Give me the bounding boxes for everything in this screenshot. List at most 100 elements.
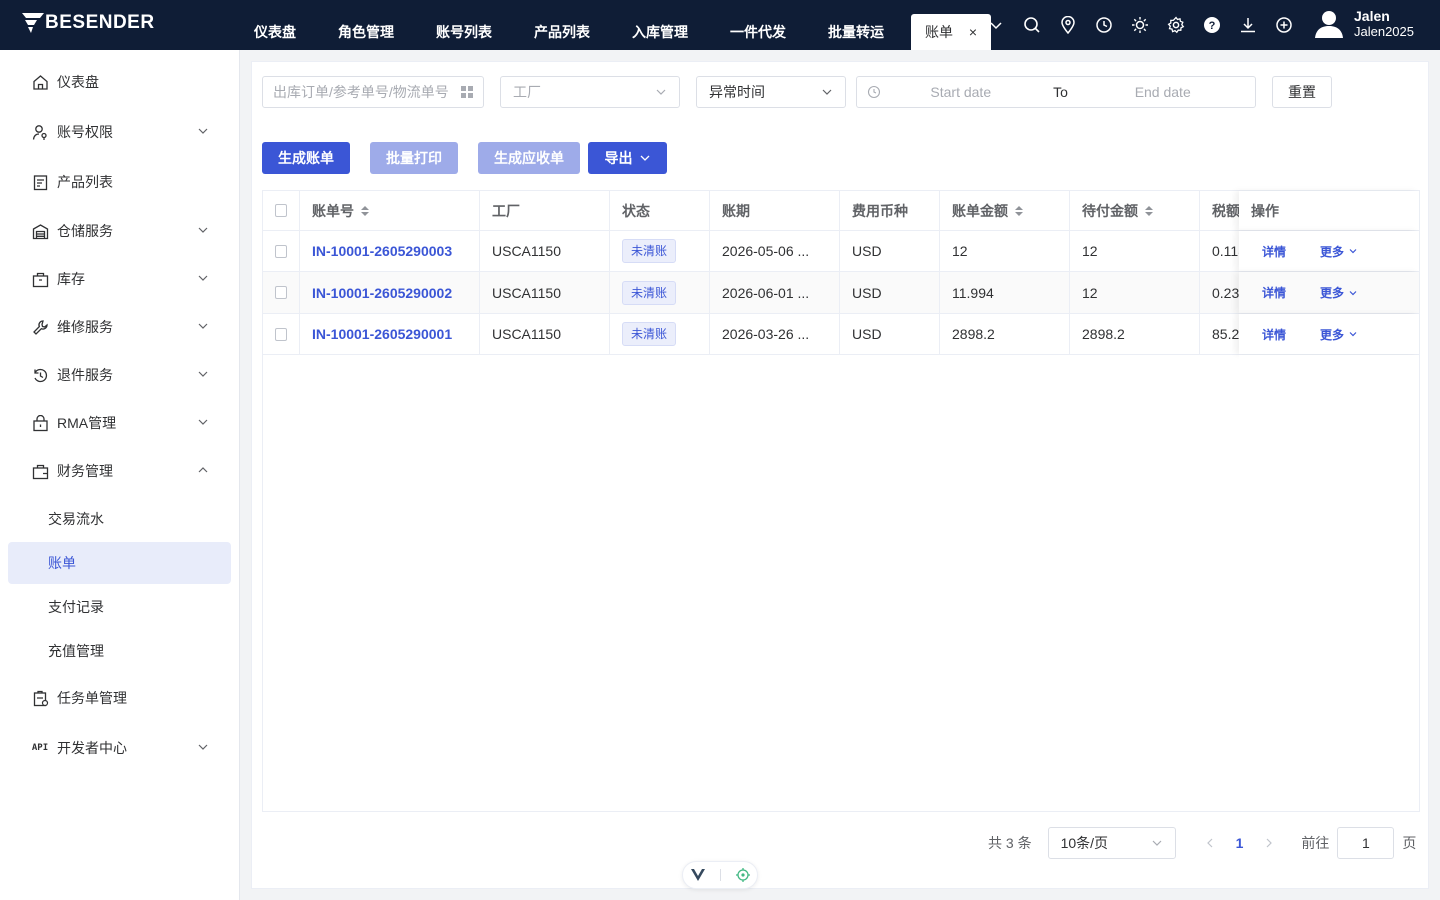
- help-icon[interactable]: ?: [1194, 0, 1230, 50]
- table-row[interactable]: IN-10001-2605290003 USCA1150 未清账 2026-05…: [263, 231, 1419, 272]
- export-button[interactable]: 导出: [588, 142, 667, 174]
- ops-cell: 详情 更多: [1239, 314, 1419, 354]
- tab-role-management[interactable]: 角色管理: [317, 14, 415, 50]
- sidebar-item-rma-management[interactable]: RMA管理: [8, 402, 231, 444]
- header-pending[interactable]: 待付金额: [1070, 191, 1200, 230]
- more-dropdown[interactable]: 更多: [1320, 326, 1358, 343]
- amount-cell: 2898.2: [940, 314, 1070, 354]
- tab-dashboard[interactable]: 仪表盘: [233, 14, 317, 50]
- date-range-picker[interactable]: Start date To End date: [856, 76, 1256, 108]
- grid-icon[interactable]: [461, 86, 473, 98]
- vue-logo-icon[interactable]: [690, 869, 705, 881]
- row-checkbox[interactable]: [275, 286, 287, 299]
- tab-dropshipping[interactable]: 一件代发: [709, 14, 807, 50]
- header-label: 账单金额: [952, 202, 1008, 219]
- pending-cell: 12: [1070, 272, 1200, 313]
- chevron-down-icon[interactable]: [978, 0, 1014, 50]
- table-row[interactable]: IN-10001-2605290002 USCA1150 未清账 2026-06…: [263, 272, 1419, 314]
- fixed-column-shadow: [1239, 355, 1419, 811]
- brand-logo[interactable]: BESENDER: [22, 12, 155, 34]
- status-cell: 未清账: [610, 272, 710, 313]
- page-number-current[interactable]: 1: [1236, 835, 1244, 851]
- select-all-checkbox[interactable]: [275, 204, 287, 217]
- wrench-icon: [31, 318, 49, 336]
- floating-devtools[interactable]: [682, 861, 758, 889]
- sidebar-item-label: 库存: [57, 271, 85, 287]
- sidebar-item-finance-management[interactable]: 财务管理: [8, 450, 231, 492]
- factory-select[interactable]: 工厂: [500, 76, 680, 108]
- detail-link[interactable]: 详情: [1262, 284, 1286, 301]
- tab-product-list[interactable]: 产品列表: [513, 14, 611, 50]
- batch-print-button[interactable]: 批量打印: [370, 142, 458, 174]
- header-amount[interactable]: 账单金额: [940, 191, 1070, 230]
- user-menu[interactable]: Jalen Jalen2025: [1314, 8, 1414, 40]
- detail-link[interactable]: 详情: [1262, 326, 1286, 343]
- export-label: 导出: [604, 150, 633, 166]
- bill-no-link[interactable]: IN-10001-2605290002: [300, 272, 480, 313]
- end-date-input[interactable]: End date: [1080, 84, 1245, 100]
- sidebar-item-repair-service[interactable]: 维修服务: [8, 306, 231, 348]
- main-panel: 出库订单/参考单号/物流单号 工厂 异常时间 Start date To End…: [251, 61, 1429, 889]
- gear-icon[interactable]: [1158, 0, 1194, 50]
- bill-no-link[interactable]: IN-10001-2605290001: [300, 314, 480, 354]
- sidebar-item-label: 仓储服务: [57, 223, 113, 239]
- target-icon[interactable]: [735, 868, 750, 882]
- sort-icon[interactable]: [360, 204, 370, 218]
- close-icon[interactable]: ×: [969, 24, 977, 40]
- header-label: 账单号: [312, 202, 354, 219]
- search-icon[interactable]: [1014, 0, 1050, 50]
- row-select-cell: [263, 314, 300, 354]
- sidebar-item-developer-center[interactable]: API 开发者中心: [8, 727, 231, 769]
- goto-page-input[interactable]: 1: [1337, 827, 1395, 859]
- divider: [719, 869, 721, 881]
- factory-cell: USCA1150: [480, 272, 610, 313]
- clock-icon[interactable]: [1086, 0, 1122, 50]
- sidebar-item-inventory[interactable]: 库存: [8, 258, 231, 300]
- location-icon[interactable]: [1050, 0, 1086, 50]
- sidebar-item-label: RMA管理: [57, 415, 117, 431]
- sidebar-item-product-list[interactable]: 产品列表: [8, 161, 231, 203]
- tab-batch-transfer[interactable]: 批量转运: [807, 14, 905, 50]
- chevron-down-icon: [1349, 249, 1357, 254]
- svg-text:?: ?: [1209, 20, 1216, 32]
- next-page-icon[interactable]: [1263, 837, 1275, 849]
- order-search-input[interactable]: 出库订单/参考单号/物流单号: [262, 76, 484, 108]
- sidebar-sub-recharge[interactable]: 充值管理: [8, 630, 231, 672]
- tab-inbound-management[interactable]: 入库管理: [611, 14, 709, 50]
- period-cell: 2026-05-06 ...: [710, 231, 840, 271]
- row-select-cell: [263, 231, 300, 271]
- sidebar-item-warehouse-service[interactable]: 仓储服务: [8, 210, 231, 252]
- sort-icon[interactable]: [1144, 204, 1154, 218]
- sidebar-item-label: 账号权限: [57, 124, 113, 140]
- sun-icon[interactable]: [1122, 0, 1158, 50]
- generate-receivable-button[interactable]: 生成应收单: [478, 142, 580, 174]
- sidebar-item-account-permissions[interactable]: 账号权限: [8, 111, 231, 153]
- bill-no-link[interactable]: IN-10001-2605290003: [300, 231, 480, 271]
- sidebar-item-return-service[interactable]: 退件服务: [8, 354, 231, 396]
- generate-bill-button[interactable]: 生成账单: [262, 142, 350, 174]
- header-bill-no[interactable]: 账单号: [300, 191, 480, 230]
- sidebar-item-dashboard[interactable]: 仪表盘: [8, 61, 231, 103]
- sidebar-sub-bills[interactable]: 账单: [8, 542, 231, 584]
- row-checkbox[interactable]: [275, 327, 287, 341]
- prev-page-icon[interactable]: [1204, 837, 1216, 849]
- chevron-down-icon: [656, 89, 666, 95]
- table-row[interactable]: IN-10001-2605290001 USCA1150 未清账 2026-03…: [263, 314, 1419, 355]
- page-size-select[interactable]: 10条/页: [1047, 827, 1176, 859]
- time-type-select[interactable]: 异常时间: [696, 76, 846, 108]
- row-checkbox[interactable]: [275, 244, 287, 258]
- reset-button[interactable]: 重置: [1272, 76, 1332, 108]
- sidebar-sub-payment-records[interactable]: 支付记录: [8, 586, 231, 628]
- pagination-total: 共 3 条: [988, 835, 1032, 851]
- order-search-placeholder: 出库订单/参考单号/物流单号: [273, 84, 449, 100]
- detail-link[interactable]: 详情: [1262, 243, 1286, 260]
- download-icon[interactable]: [1230, 0, 1266, 50]
- sort-icon[interactable]: [1014, 204, 1024, 218]
- tab-account-list[interactable]: 账号列表: [415, 14, 513, 50]
- more-dropdown[interactable]: 更多: [1320, 243, 1358, 260]
- sidebar-item-task-management[interactable]: 任务单管理: [8, 677, 231, 719]
- more-dropdown[interactable]: 更多: [1320, 284, 1358, 301]
- sidebar-sub-transactions[interactable]: 交易流水: [8, 498, 231, 540]
- plus-circle-icon[interactable]: [1266, 0, 1302, 50]
- start-date-input[interactable]: Start date: [881, 84, 1041, 100]
